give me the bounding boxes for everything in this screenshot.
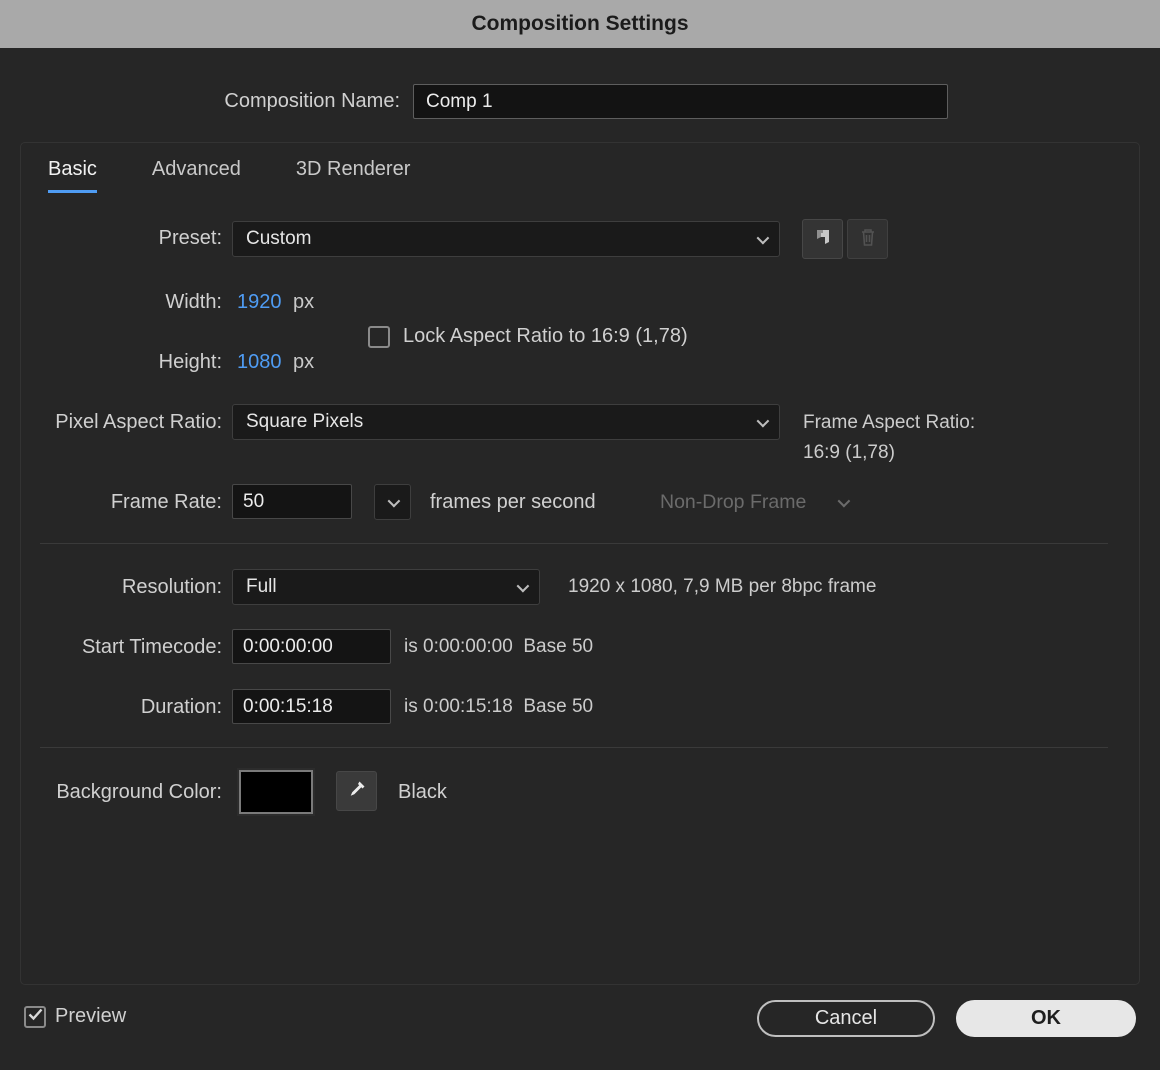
background-color-label: Background Color:: [56, 781, 222, 803]
composition-name-input[interactable]: [413, 84, 948, 119]
tab-bar: Basic Advanced 3D Renderer: [48, 158, 410, 193]
ok-button-label: OK: [1031, 1007, 1061, 1029]
save-preset-icon: [813, 227, 833, 252]
divider: [40, 747, 1108, 748]
start-timecode-label: Start Timecode:: [81, 636, 222, 658]
tab-advanced[interactable]: Advanced: [152, 158, 241, 193]
frame-aspect-label: Frame Aspect Ratio:: [803, 412, 976, 433]
preset-dropdown[interactable]: Custom: [232, 221, 780, 257]
resolution-dropdown[interactable]: Full: [232, 569, 540, 605]
width-unit: px: [293, 291, 315, 313]
height-value[interactable]: 1080: [237, 351, 282, 374]
dialog-title: Composition Settings: [471, 12, 689, 35]
frame-aspect-info: Frame Aspect Ratio: 16:9 (1,78): [803, 408, 975, 468]
frame-rate-preset-button[interactable]: [374, 484, 411, 520]
delete-preset-button[interactable]: [847, 219, 888, 259]
width-value[interactable]: 1920: [237, 291, 282, 314]
divider: [40, 543, 1108, 544]
duration-info: is 0:00:15:18 Base 50: [404, 696, 594, 717]
cancel-button-label: Cancel: [814, 1007, 878, 1029]
frame-rate-input[interactable]: [232, 484, 352, 519]
preview-toggle[interactable]: Preview: [24, 1005, 126, 1028]
start-timecode-info: is 0:00:00:00 Base 50: [404, 636, 594, 657]
chevron-down-icon: [516, 579, 530, 592]
eyedropper-button[interactable]: [336, 771, 377, 811]
lock-aspect-row: Lock Aspect Ratio to 16:9 (1,78): [368, 325, 688, 348]
ok-button[interactable]: OK: [956, 1000, 1136, 1037]
resolution-label: Resolution:: [121, 576, 222, 598]
pixel-aspect-dropdown[interactable]: Square Pixels: [232, 404, 780, 440]
eyedropper-icon: [347, 779, 367, 804]
resolution-value: Full: [246, 576, 277, 597]
duration-label: Duration:: [140, 696, 222, 718]
background-color-swatch[interactable]: [237, 768, 315, 816]
frame-rate-unit: frames per second: [430, 491, 596, 513]
chevron-down-icon: [756, 231, 770, 244]
frame-aspect-value: 16:9 (1,78): [803, 442, 895, 463]
pixel-aspect-value: Square Pixels: [246, 411, 364, 432]
lock-aspect-checkbox[interactable]: [368, 325, 390, 348]
tab-basic[interactable]: Basic: [48, 158, 97, 193]
preview-label: Preview: [55, 1005, 127, 1027]
tab-3d-renderer[interactable]: 3D Renderer: [296, 158, 411, 193]
duration-input[interactable]: [232, 689, 391, 724]
width-label: Width:: [165, 291, 222, 313]
dialog-titlebar: Composition Settings: [0, 0, 1160, 48]
check-icon: [28, 1008, 43, 1026]
trash-icon: [859, 227, 877, 252]
composition-name-row: Composition Name:: [0, 84, 1160, 120]
drop-frame-value: Non-Drop Frame: [660, 491, 807, 513]
chevron-down-icon: [387, 494, 401, 507]
pixel-aspect-label: Pixel Aspect Ratio:: [55, 411, 222, 433]
composition-settings-dialog: Composition Settings Composition Name: B…: [0, 0, 1160, 1070]
save-preset-button[interactable]: [802, 219, 843, 259]
frame-rate-label: Frame Rate:: [110, 491, 222, 513]
start-timecode-input[interactable]: [232, 629, 391, 664]
chevron-down-icon: [837, 494, 851, 508]
preset-value: Custom: [246, 228, 312, 249]
preset-label: Preset:: [158, 227, 222, 249]
resolution-info: 1920 x 1080, 7,9 MB per 8bpc frame: [568, 576, 877, 597]
drop-frame-dropdown[interactable]: Non-Drop Frame: [660, 491, 851, 514]
height-label: Height:: [158, 351, 222, 373]
cancel-button[interactable]: Cancel: [757, 1000, 935, 1037]
height-unit: px: [293, 351, 315, 373]
composition-name-label: Composition Name:: [224, 90, 400, 112]
lock-aspect-label: Lock Aspect Ratio to 16:9 (1,78): [403, 325, 688, 347]
chevron-down-icon: [756, 414, 770, 427]
settings-panel-outline: [20, 142, 1140, 985]
background-color-name: Black: [398, 781, 447, 803]
preview-checkbox[interactable]: [24, 1005, 46, 1028]
